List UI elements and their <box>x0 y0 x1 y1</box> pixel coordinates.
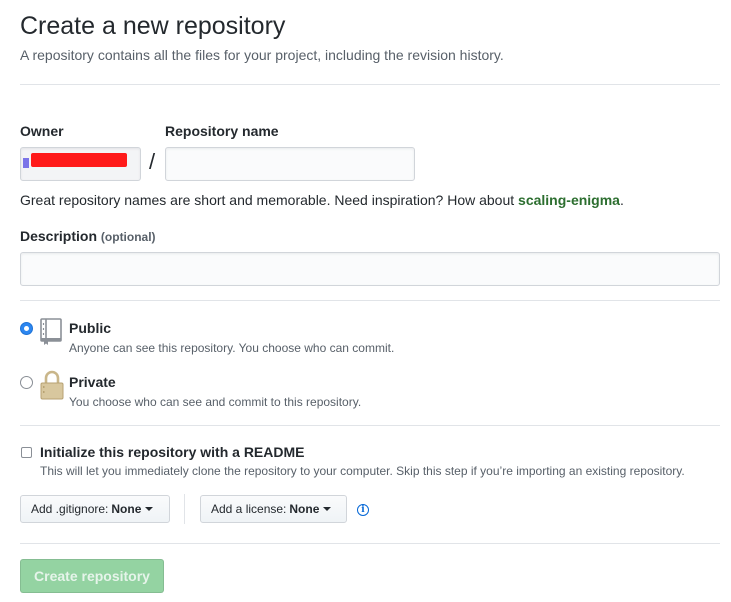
dropdown-separator <box>184 494 185 524</box>
lock-icon <box>40 370 64 400</box>
owner-label: Owner <box>20 123 64 139</box>
license-prefix: Add a license: <box>211 502 287 516</box>
create-repository-button[interactable]: Create repository <box>20 559 164 593</box>
page-subtitle: A repository contains all the files for … <box>20 47 504 63</box>
private-radio[interactable] <box>20 376 33 389</box>
repo-book-icon <box>40 318 62 345</box>
init-readme-title: Initialize this repository with a README <box>40 444 305 460</box>
init-readme-checkbox[interactable] <box>21 447 32 458</box>
description-label: Description (optional) <box>20 228 156 244</box>
repository-name-hint: Great repository names are short and mem… <box>20 192 624 208</box>
divider <box>20 300 720 301</box>
caret-down-icon <box>145 507 154 511</box>
owner-select[interactable] <box>20 147 141 181</box>
private-option-description: You choose who can see and commit to thi… <box>69 395 362 409</box>
divider <box>20 425 720 426</box>
gitignore-value: None <box>111 502 142 516</box>
redacted-owner-name <box>31 153 127 167</box>
private-option-title: Private <box>69 374 116 390</box>
caret-down-icon <box>323 507 332 511</box>
description-input[interactable] <box>20 252 720 286</box>
public-radio[interactable] <box>20 322 33 335</box>
hint-suffix: . <box>619 192 624 208</box>
hint-text: Great repository names are short and mem… <box>20 192 519 208</box>
optional-tag: (optional) <box>100 230 156 244</box>
gitignore-dropdown-button[interactable]: Add .gitignore: None <box>20 495 170 523</box>
page-title: Create a new repository <box>20 12 286 40</box>
repository-name-input[interactable] <box>165 147 415 181</box>
divider <box>20 84 720 85</box>
name-suggestion-link[interactable]: scaling-enigma <box>518 192 620 208</box>
license-value: None <box>289 502 320 516</box>
public-option-description: Anyone can see this repository. You choo… <box>69 341 395 355</box>
init-readme-description: This will let you immediately clone the … <box>40 464 685 478</box>
public-option-title: Public <box>69 320 112 336</box>
info-icon[interactable]: i <box>357 504 369 516</box>
redaction-mark <box>23 158 29 168</box>
repository-name-label: Repository name <box>165 123 279 139</box>
divider <box>20 543 720 544</box>
gitignore-prefix: Add .gitignore: <box>31 502 109 516</box>
owner-repo-separator: / <box>149 149 156 174</box>
description-label-text: Description <box>20 228 98 244</box>
license-dropdown-button[interactable]: Add a license: None <box>200 495 347 523</box>
